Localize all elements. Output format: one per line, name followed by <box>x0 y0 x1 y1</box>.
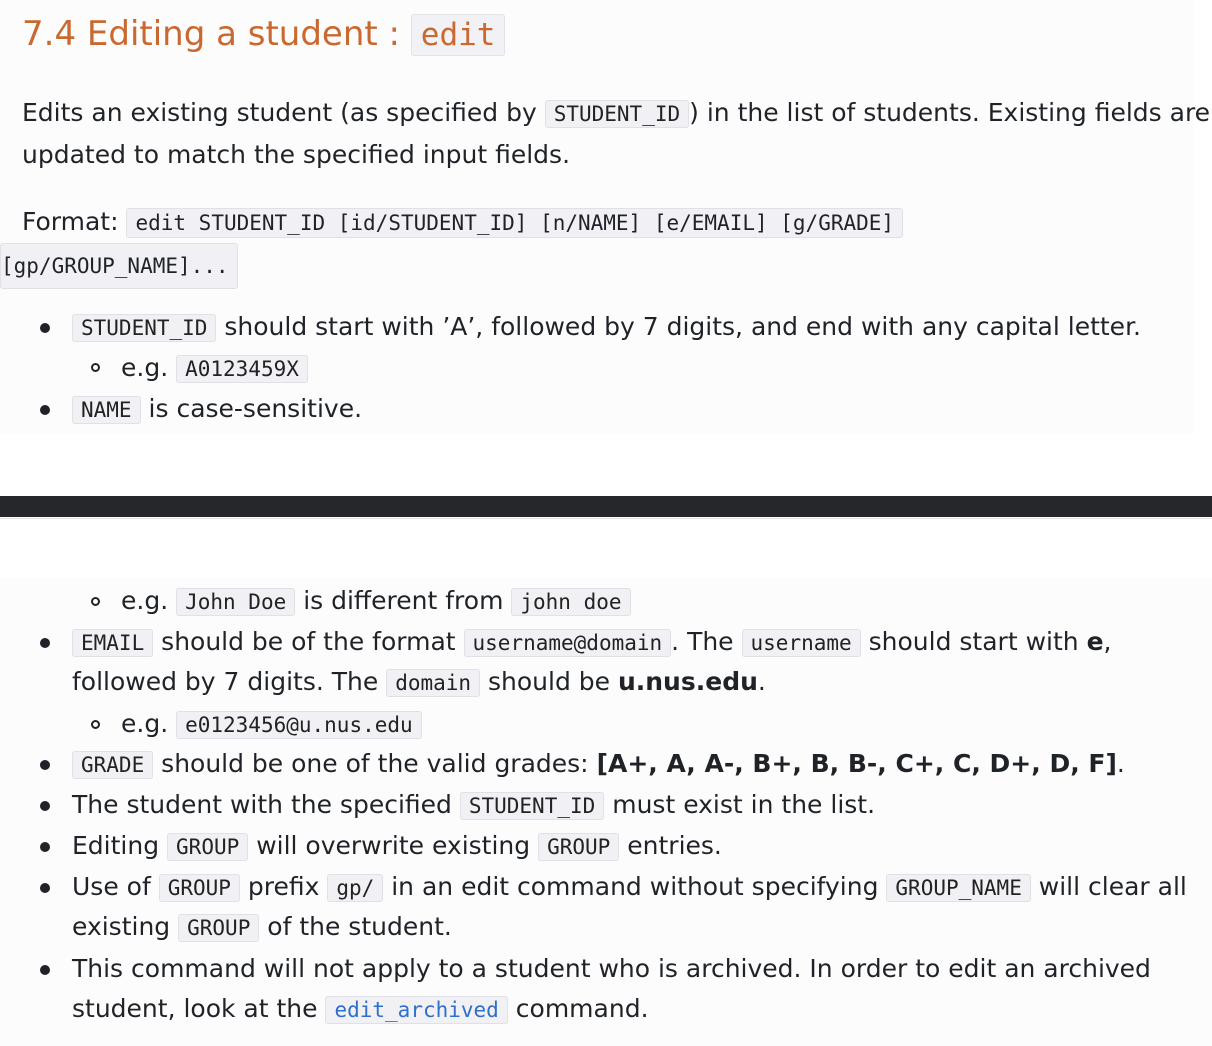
bullet-text: Use of <box>72 872 159 901</box>
bold-text: e <box>1086 627 1104 656</box>
bullet-text: e.g. <box>121 353 177 382</box>
bullet-text: e.g. <box>121 586 177 615</box>
inline-code: gp/ <box>327 874 384 902</box>
bullet-text: followed by 7 digits. The <box>72 667 387 696</box>
bullet-text: Editing <box>72 831 168 860</box>
bullet-gp-prefix-line-1: Use of GROUP prefix gp/ in an edit comma… <box>72 867 1187 908</box>
bullet-email-line-1: EMAIL should be of the format username@d… <box>72 622 1111 663</box>
format-code-2: [gp/GROUP_NAME]... <box>0 243 238 289</box>
inline-code: GROUP_NAME <box>886 874 1031 902</box>
section-heading: 7.4 Editing a student : edit <box>22 14 506 56</box>
divider-bar <box>0 496 1212 517</box>
inline-code: STUDENT_ID <box>72 314 217 342</box>
sub-bullet-circle <box>91 597 100 606</box>
inline-code: GROUP <box>158 874 240 902</box>
format-label: Format: <box>22 207 127 236</box>
bold-text: [A+, A, A-, B+, B, B-, C+, C, D+, D, F] <box>596 749 1117 778</box>
inline-code: john doe <box>511 588 631 616</box>
bullet-text: . <box>1116 749 1125 778</box>
bullet-text: e.g. <box>121 709 177 738</box>
inline-code: username@domain <box>463 629 672 657</box>
bullet-dot <box>40 323 50 333</box>
bullet-text: will overwrite existing <box>248 831 539 860</box>
inline-code: GRADE <box>72 751 154 779</box>
inline-code: GROUP <box>538 833 620 861</box>
bullet-email-line-2: followed by 7 digits. The domain should … <box>72 662 766 703</box>
bullet-dot <box>40 965 50 975</box>
inline-code: NAME <box>72 396 141 424</box>
inline-code: username <box>741 629 861 657</box>
bullet-dot <box>40 801 50 811</box>
bullet-name: NAME is case-sensitive. <box>72 389 362 430</box>
intro-text: Edits an existing student (as specified … <box>22 98 545 127</box>
sub-bullet-circle <box>91 363 100 372</box>
bullet-dot <box>40 405 50 415</box>
intro-line-2: updated to match the specified input fie… <box>22 140 571 169</box>
format-block: Format: edit STUDENT_ID [id/STUDENT_ID] … <box>0 202 952 289</box>
bullet-text: . <box>757 667 766 696</box>
inline-code: A0123459X <box>176 355 308 383</box>
sub-bullet-circle <box>91 720 100 729</box>
bullet-group-overwrite: Editing GROUP will overwrite existing GR… <box>72 826 722 867</box>
bullet-student-id: STUDENT_ID should start with ’A’, follow… <box>72 307 1141 348</box>
bullet-text: . The <box>671 627 742 656</box>
heading-code: edit <box>410 14 506 56</box>
bullet-text: command. <box>507 994 649 1023</box>
inline-code: STUDENT_ID <box>544 100 690 128</box>
bullet-text: must exist in the list. <box>604 790 876 819</box>
bullet-dot <box>40 842 50 852</box>
bullet-text: should be <box>480 667 618 696</box>
format-code-1: edit STUDENT_ID [id/STUDENT_ID] [n/NAME]… <box>126 208 904 238</box>
bullet-text: is case-sensitive. <box>140 394 363 423</box>
bullet-grade: GRADE should be one of the valid grades:… <box>72 744 1125 785</box>
bullet-text: is different from <box>295 586 512 615</box>
bullet-gp-prefix-line-2: existing GROUP of the student. <box>72 907 452 948</box>
bullet-archived-line-2: student, look at the edit_archived comma… <box>72 989 649 1030</box>
inline-code: John Doe <box>176 588 296 616</box>
bullet-text: of the student. <box>259 912 452 941</box>
bullet-text: student, look at the <box>72 994 326 1023</box>
sub-bullet-name-example: e.g. John Doe is different from john doe <box>121 581 631 622</box>
intro-text: ) in the list of students. Existing fiel… <box>689 98 1211 127</box>
bullet-text: will clear all <box>1030 872 1187 901</box>
inline-code: domain <box>386 669 481 697</box>
bullet-text: prefix <box>239 872 328 901</box>
bullet-text: should start with ’A’, followed by 7 dig… <box>216 312 1141 341</box>
edit-archived-link[interactable]: edit_archived <box>325 996 508 1024</box>
bullet-text: should be one of the valid grades: <box>153 749 597 778</box>
sub-bullet-student-id-example: e.g. A0123459X <box>121 348 308 389</box>
bullet-text: in an edit command without specifying <box>383 872 887 901</box>
inline-code: GROUP <box>178 914 260 942</box>
intro-line-1: Edits an existing student (as specified … <box>22 92 1210 135</box>
bullet-text: The student with the specified <box>72 790 460 819</box>
inline-code: e0123456@u.nus.edu <box>176 711 422 739</box>
bullet-dot <box>40 760 50 770</box>
bullet-dot <box>40 883 50 893</box>
inline-code: EMAIL <box>72 629 154 657</box>
bullet-text: should start with <box>860 627 1087 656</box>
divider-line <box>0 518 1212 519</box>
bullet-dot <box>40 638 50 648</box>
sub-bullet-email-example: e.g. e0123456@u.nus.edu <box>121 704 422 745</box>
heading-text: 7.4 Editing a student : <box>22 14 411 54</box>
bullet-must-exist: The student with the specified STUDENT_I… <box>72 785 875 826</box>
bullet-text: entries. <box>619 831 722 860</box>
bullet-text: existing <box>72 912 179 941</box>
bold-text: u.nus.edu <box>617 667 758 696</box>
bullet-text: , <box>1103 627 1112 656</box>
inline-code: GROUP <box>167 833 249 861</box>
inline-code: STUDENT_ID <box>459 792 605 820</box>
bullet-text: should be of the format <box>153 627 464 656</box>
bullet-archived-line-1: This command will not apply to a student… <box>72 954 1151 983</box>
